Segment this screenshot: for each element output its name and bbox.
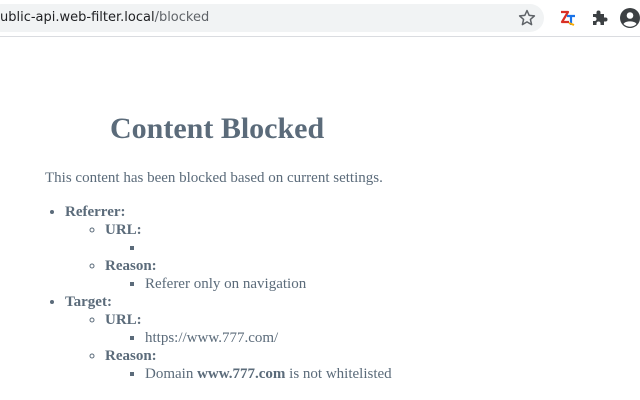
reason-prefix: Domain bbox=[145, 366, 194, 382]
puzzle-icon[interactable] bbox=[589, 8, 609, 28]
referrer-reason-value: Referer only on navigation bbox=[145, 275, 392, 293]
target-reason-item: Reason: Domain www.777.com is not whitel… bbox=[105, 347, 392, 383]
target-url-value: https://www.777.com/ bbox=[145, 329, 392, 347]
url-host: ublic-api.web-filter.local bbox=[0, 10, 155, 25]
referrer-reason-label: Reason: bbox=[105, 258, 157, 274]
referrer-reason-item: Reason: Referer only on navigation bbox=[105, 257, 392, 293]
target-url-label: URL: bbox=[105, 312, 142, 328]
target-reason-label: Reason: bbox=[105, 348, 157, 364]
block-description: This content has been blocked based on c… bbox=[45, 170, 383, 186]
target-url-item: URL: https://www.777.com/ bbox=[105, 311, 392, 347]
referrer-item: Referrer: URL: Reason: Referer only on n… bbox=[65, 203, 392, 293]
referrer-label: Referrer: bbox=[65, 204, 126, 220]
star-icon[interactable] bbox=[517, 8, 537, 28]
referrer-url-value bbox=[145, 239, 392, 257]
blocked-page: Content Blocked This content has been bl… bbox=[0, 37, 640, 400]
reason-suffix: is not whitelisted bbox=[289, 366, 392, 382]
target-reason-value: Domain www.777.com is not whitelisted bbox=[145, 365, 392, 383]
target-label: Target: bbox=[65, 294, 112, 310]
referrer-url-item: URL: bbox=[105, 221, 392, 257]
block-details-list: Referrer: URL: Reason: Referer only on n… bbox=[65, 203, 392, 383]
browser-toolbar: ublic-api.web-filter.local/blocked bbox=[0, 0, 640, 37]
extension-icon[interactable] bbox=[558, 8, 578, 28]
url-path: /blocked bbox=[154, 10, 210, 25]
target-item: Target: URL: https://www.777.com/ Reason… bbox=[65, 293, 392, 383]
profile-icon[interactable] bbox=[619, 7, 640, 29]
address-bar-url[interactable]: ublic-api.web-filter.local/blocked bbox=[0, 10, 209, 25]
blocked-domain: www.777.com bbox=[197, 366, 286, 382]
page-title: Content Blocked bbox=[110, 112, 325, 145]
referrer-url-label: URL: bbox=[105, 222, 142, 238]
